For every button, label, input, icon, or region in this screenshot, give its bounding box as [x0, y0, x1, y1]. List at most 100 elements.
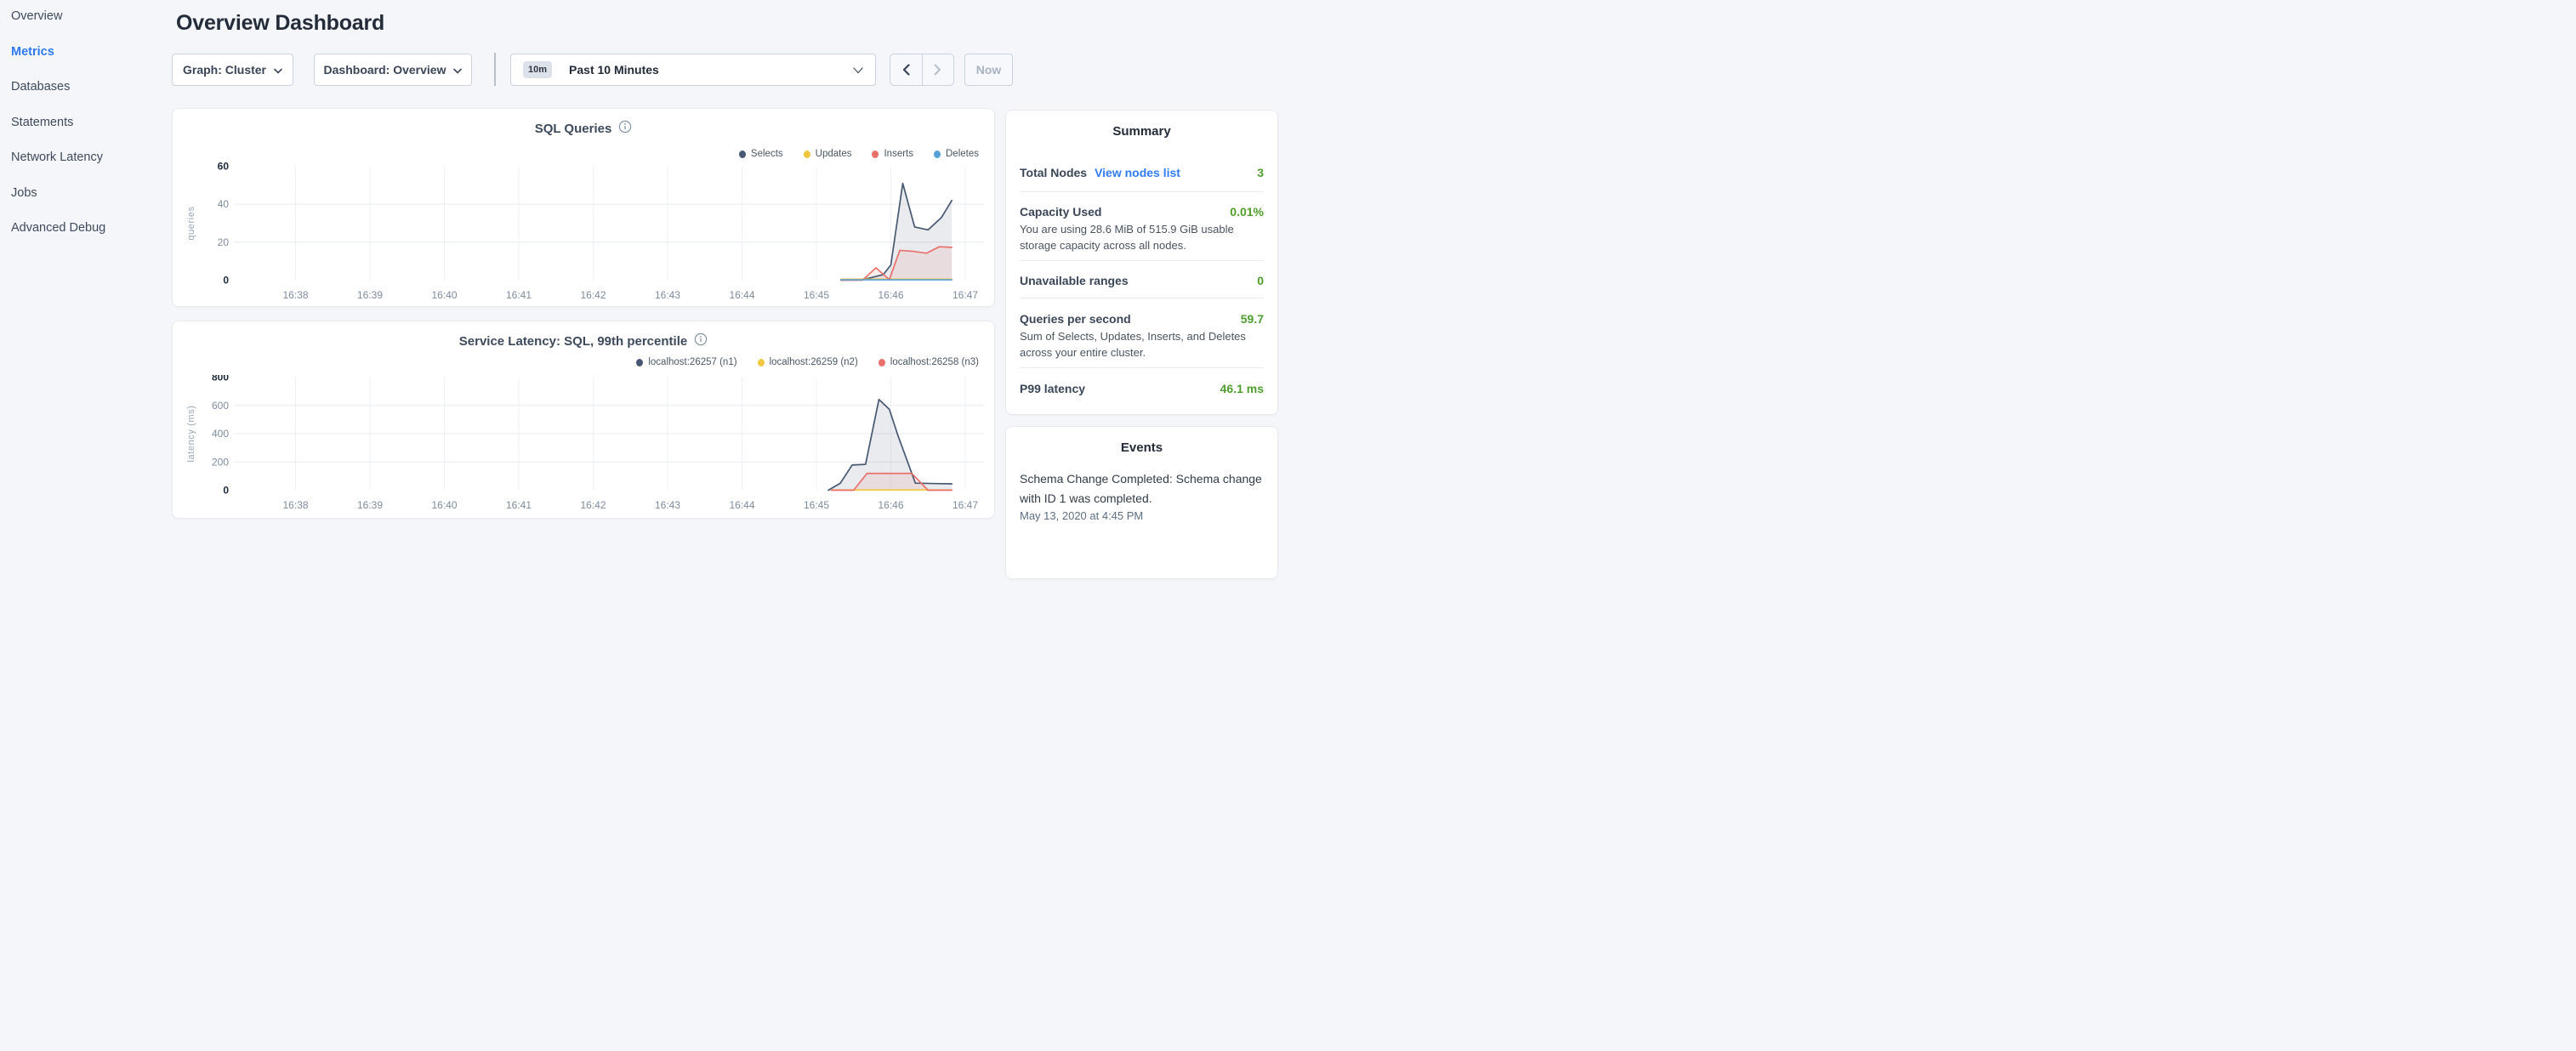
divider — [1020, 367, 1264, 368]
view-nodes-list-link[interactable]: View nodes list — [1095, 166, 1180, 179]
svg-text:40: 40 — [218, 198, 230, 210]
svg-text:16:38: 16:38 — [282, 499, 308, 511]
sidebar-item-network-latency[interactable]: Network Latency — [11, 149, 170, 166]
now-button[interactable]: Now — [964, 54, 1013, 86]
service-latency-chart-card: Service Latency: SQL, 99th percentile lo… — [172, 321, 995, 519]
total-nodes-value: 3 — [1257, 166, 1264, 179]
svg-text:16:44: 16:44 — [729, 289, 754, 301]
legend-dot-icon — [872, 151, 879, 158]
chevron-down-icon — [274, 63, 282, 77]
unavailable-ranges-label: Unavailable ranges — [1020, 274, 1129, 287]
sidebar-item-jobs[interactable]: Jobs — [11, 185, 170, 202]
legend-dot-icon — [758, 359, 765, 366]
unavailable-ranges-value: 0 — [1257, 274, 1264, 287]
time-range-selector[interactable]: 10m Past 10 Minutes — [510, 54, 876, 86]
sidebar-item-overview[interactable]: Overview — [11, 8, 170, 25]
svg-text:16:43: 16:43 — [655, 289, 680, 301]
svg-text:0: 0 — [223, 485, 229, 497]
sidebar-item-databases[interactable]: Databases — [11, 78, 170, 95]
sidebar-item-statements[interactable]: Statements — [11, 114, 170, 131]
svg-text:16:45: 16:45 — [804, 499, 829, 511]
legend-dot-icon — [804, 151, 810, 158]
svg-text:16:47: 16:47 — [952, 289, 978, 301]
page-title: Overview Dashboard — [176, 11, 384, 36]
svg-text:800: 800 — [212, 375, 229, 383]
info-icon[interactable] — [694, 332, 708, 349]
chart-title: Service Latency: SQL, 99th percentile — [173, 332, 994, 349]
divider — [1020, 191, 1264, 192]
events-panel: Events Schema Change Completed: Schema c… — [1005, 426, 1278, 579]
queries-per-second-value: 59.7 — [1241, 312, 1264, 326]
p99-latency-label: P99 latency — [1020, 382, 1085, 395]
svg-text:16:45: 16:45 — [804, 289, 829, 301]
svg-text:60: 60 — [218, 161, 230, 173]
summary-row-unavailable-ranges: Unavailable ranges 0 — [1020, 271, 1264, 289]
legend-item[interactable]: localhost:26258 (n3) — [879, 357, 979, 367]
chart-title-text: Service Latency: SQL, 99th percentile — [459, 334, 687, 349]
svg-text:16:46: 16:46 — [878, 499, 903, 511]
toolbar-divider — [494, 53, 496, 86]
svg-text:200: 200 — [212, 456, 229, 468]
svg-text:16:41: 16:41 — [506, 289, 532, 301]
chevron-down-icon — [853, 63, 863, 77]
legend-dot-icon — [934, 151, 941, 158]
svg-text:16:43: 16:43 — [655, 499, 680, 511]
chart-title: SQL Queries — [173, 120, 994, 137]
dashboard-dropdown-label: Dashboard: Overview — [324, 63, 446, 77]
sidebar: Overview Metrics Databases Statements Ne… — [0, 0, 170, 526]
legend-label: localhost:26257 (n1) — [648, 357, 736, 367]
svg-text:16:42: 16:42 — [580, 289, 606, 301]
events-title: Events — [1006, 440, 1277, 455]
graph-dropdown[interactable]: Graph: Cluster — [172, 54, 293, 86]
svg-text:16:40: 16:40 — [431, 499, 457, 511]
graph-dropdown-label: Graph: Cluster — [183, 63, 266, 77]
svg-text:latency (ms): latency (ms) — [186, 405, 196, 462]
svg-text:20: 20 — [218, 236, 230, 248]
chevron-left-icon — [901, 64, 911, 76]
summary-row-total-nodes: Total Nodes View nodes list 3 — [1020, 163, 1264, 181]
sql-queries-plot: 16:3816:3916:4016:4116:4216:4316:4416:45… — [181, 158, 987, 307]
legend-dot-icon — [879, 359, 885, 366]
time-range-label: Past 10 Minutes — [569, 63, 845, 77]
svg-text:16:44: 16:44 — [729, 499, 754, 511]
svg-text:16:42: 16:42 — [580, 499, 606, 511]
legend-label: localhost:26258 (n3) — [890, 357, 979, 367]
svg-text:16:40: 16:40 — [431, 289, 457, 301]
chevron-down-icon — [453, 63, 462, 77]
svg-text:16:39: 16:39 — [357, 499, 383, 511]
chevron-right-icon — [933, 64, 942, 76]
service-latency-plot: 16:38 16:39 16:40 16:41 16:42 16:43 16:44 16:45… — [181, 375, 987, 520]
summary-row-p99: P99 latency 46.1 ms — [1020, 379, 1264, 397]
time-step-buttons — [890, 54, 954, 86]
chart-legend: localhost:26257 (n1) localhost:26259 (n2)… — [636, 356, 979, 368]
legend-item[interactable]: localhost:26257 (n1) — [636, 357, 736, 367]
event-message[interactable]: Schema Change Completed: Schema change w… — [1020, 469, 1265, 508]
svg-text:queries: queries — [186, 206, 196, 240]
svg-text:16:41: 16:41 — [506, 499, 532, 511]
svg-text:400: 400 — [212, 428, 229, 440]
prev-time-button[interactable] — [890, 54, 922, 85]
svg-text:16:47: 16:47 — [952, 499, 978, 511]
total-nodes-label: Total Nodes — [1020, 166, 1087, 179]
sidebar-item-advanced-debug[interactable]: Advanced Debug — [11, 219, 170, 236]
legend-dot-icon — [636, 359, 643, 366]
legend-label: localhost:26259 (n2) — [770, 357, 858, 367]
sql-queries-chart-card: SQL Queries SelectsUpdatesInsertsDeletes… — [172, 108, 995, 307]
queries-per-second-subtext: Sum of Selects, Updates, Inserts, and De… — [1020, 328, 1265, 361]
summary-panel: Summary Total Nodes View nodes list 3 Ca… — [1005, 110, 1278, 415]
summary-title: Summary — [1006, 124, 1277, 139]
svg-text:16:46: 16:46 — [878, 289, 903, 301]
summary-row-capacity: Capacity Used 0.01% — [1020, 202, 1264, 220]
capacity-used-subtext: You are using 28.6 MiB of 515.9 GiB usab… — [1020, 221, 1265, 253]
capacity-used-label: Capacity Used — [1020, 205, 1101, 219]
svg-text:0: 0 — [223, 275, 229, 287]
legend-item[interactable]: localhost:26259 (n2) — [758, 357, 858, 367]
next-time-button[interactable] — [922, 54, 954, 85]
divider — [1020, 260, 1264, 261]
info-icon[interactable] — [618, 120, 632, 137]
queries-per-second-label: Queries per second — [1020, 312, 1131, 326]
summary-row-qps: Queries per second 59.7 — [1020, 310, 1264, 327]
dashboard-dropdown[interactable]: Dashboard: Overview — [314, 54, 472, 86]
sidebar-item-metrics[interactable]: Metrics — [11, 43, 170, 60]
legend-dot-icon — [739, 151, 746, 158]
